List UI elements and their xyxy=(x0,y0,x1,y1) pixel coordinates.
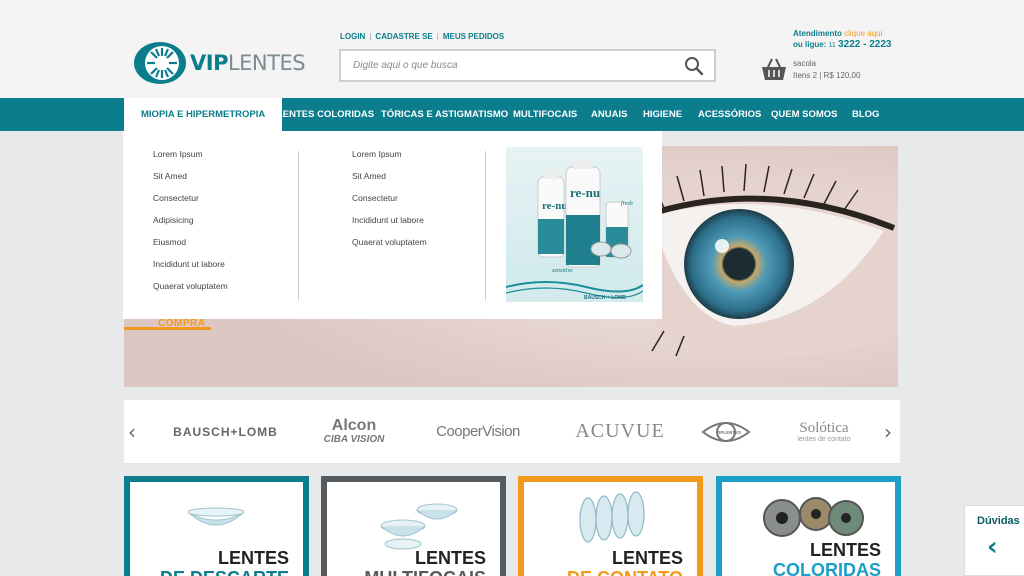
site-header: VIPLENTES LOGIN | CADASTRE SE | MEUS PED… xyxy=(0,0,1024,98)
logo-wordmark: VIPLENTES xyxy=(190,51,306,75)
divider xyxy=(298,151,299,301)
promo-maker: BAUSCH + LOMB xyxy=(584,295,626,301)
nav-item-acessorios[interactable]: ACESSÓRIOS xyxy=(698,98,761,131)
contact-info: Atendimento clique aqui ou ligue: 11 322… xyxy=(793,28,891,51)
main-nav: MIOPIA E HIPERMETROPIA LENTES COLORIDAS … xyxy=(0,98,1024,132)
help-widget[interactable]: Dúvidas ‹ xyxy=(964,505,1024,576)
search-icon[interactable] xyxy=(684,56,704,76)
brand-name: Alcon xyxy=(331,417,377,434)
dropdown-link[interactable]: Consectetur xyxy=(352,193,427,215)
nav-item-lentes-coloridas[interactable]: LENTES COLORIDAS xyxy=(277,98,374,131)
search-input[interactable]: Digite aqui o que busca xyxy=(353,60,684,71)
dropdown-link[interactable]: Quaerat voluptatem xyxy=(153,281,228,303)
dropdown-column-1: Lorem Ipsum Sit Amed Consectetur Adipisi… xyxy=(153,149,228,303)
brand-subname: CIBA VISION xyxy=(323,434,385,445)
carousel-next-button[interactable]: › xyxy=(884,422,892,442)
dropdown-link[interactable]: Sit Amed xyxy=(153,171,228,193)
site-logo[interactable]: VIPLENTES xyxy=(133,41,306,85)
cart-title: sacola xyxy=(793,59,817,68)
mega-menu-dropdown: Lorem Ipsum Sit Amed Consectetur Adipisi… xyxy=(123,131,662,319)
dropdown-promo-image[interactable]: re-nu re-nu fresh sensitive BAUSCH + LOM… xyxy=(506,147,643,302)
category-card-multifocais[interactable]: LENTES MULTIFOCAIS xyxy=(321,476,506,576)
nav-item-miopia[interactable]: MIOPIA E HIPERMETROPIA xyxy=(124,98,283,132)
category-card-coloridas[interactable]: LENTES COLORIDAS xyxy=(716,476,901,576)
support-link[interactable]: clique aqui xyxy=(844,29,882,38)
card-subtitle: DE DESCARTE xyxy=(160,568,289,576)
eye-logo-icon: VIPLENTES xyxy=(701,421,751,442)
signup-link[interactable]: CADASTRE SE xyxy=(375,32,432,41)
card-title: LENTES xyxy=(611,548,683,568)
card-subtitle: COLORIDAS xyxy=(773,560,881,576)
chevron-left-icon[interactable]: ‹ xyxy=(987,532,998,562)
contact-lens-image xyxy=(187,507,245,526)
support-label: Atendimento xyxy=(793,29,842,38)
dropdown-link[interactable]: Quaerat voluptatem xyxy=(352,237,427,259)
divider xyxy=(485,151,486,301)
nav-item-multifocais[interactable]: MULTIFOCAIS xyxy=(513,98,577,131)
nav-item-blog[interactable]: BLOG xyxy=(852,98,879,131)
cart[interactable]: sacola Itens 2 | R$ 120,00 xyxy=(761,56,860,82)
brand-logo-acuvue[interactable]: ACUVUE xyxy=(570,400,670,463)
brands-carousel: ‹ › BAUSCH+LOMB Alcon CIBA VISION Cooper… xyxy=(124,400,900,463)
brand-name: BAUSCH+LOMB xyxy=(173,424,278,439)
brand-name: VIPLENTES xyxy=(716,430,741,435)
login-link[interactable]: LOGIN xyxy=(340,32,365,41)
separator: | xyxy=(369,32,372,41)
help-label: Dúvidas xyxy=(977,515,1020,527)
brand-name: Solótica xyxy=(799,419,849,436)
nav-item-quem-somos[interactable]: QUEM SOMOS xyxy=(771,98,838,131)
promo-variant: sensitive xyxy=(552,268,573,274)
carousel-prev-button[interactable]: ‹ xyxy=(128,422,136,442)
call-label: ou ligue: xyxy=(793,40,827,49)
brand-logo-coopervision[interactable]: CooperVision xyxy=(422,400,534,463)
area-code: 11 xyxy=(828,42,836,49)
dropdown-link[interactable]: Eiusmod xyxy=(153,237,228,259)
brand-logo-alcon[interactable]: Alcon CIBA VISION xyxy=(304,400,404,463)
dropdown-link[interactable]: Sit Amed xyxy=(352,171,427,193)
dropdown-link[interactable]: Consectetur xyxy=(153,193,228,215)
brand-logo-viplentes[interactable]: VIPLENTES xyxy=(696,400,756,463)
dropdown-link[interactable]: Incididunt ut labore xyxy=(153,259,228,281)
dropdown-link[interactable]: Incididunt ut labore xyxy=(352,215,427,237)
nav-item-higiene[interactable]: HIGIENE xyxy=(643,98,682,131)
hero-cta-underline xyxy=(124,327,211,330)
promo-brand-label: re-nu xyxy=(570,185,600,200)
search-box[interactable]: Digite aqui o que busca xyxy=(339,49,716,82)
cart-summary: Itens 2 | R$ 120,00 xyxy=(793,71,861,80)
category-card-descarte[interactable]: LENTES DE DESCARTE xyxy=(124,476,309,576)
dropdown-link[interactable]: Lorem Ipsum xyxy=(352,149,427,171)
dropdown-link[interactable]: Lorem Ipsum xyxy=(153,149,228,171)
dropdown-column-2: Lorem Ipsum Sit Amed Consectetur Incidid… xyxy=(352,149,427,259)
brand-name: CooperVision xyxy=(436,423,520,440)
dropdown-link[interactable]: Adipisicing xyxy=(153,215,228,237)
card-subtitle: MULTIFOCAIS xyxy=(364,568,486,576)
category-card-contato[interactable]: LENTES DE CONTATO xyxy=(518,476,703,576)
solution-bottles-image: re-nu re-nu fresh sensitive BAUSCH + LOM… xyxy=(506,159,643,302)
contact-lenses-row-image xyxy=(579,491,645,543)
brand-logo-bausch[interactable]: BAUSCH+LOMB xyxy=(168,400,283,463)
my-orders-link[interactable]: MEUS PEDIDOS xyxy=(443,32,504,41)
promo-brand-label: re-nu xyxy=(542,200,567,212)
promo-tag: fresh xyxy=(621,200,633,207)
nav-item-toricas[interactable]: TÓRICAS E ASTIGMATISMO xyxy=(381,98,508,131)
separator: | xyxy=(436,32,439,41)
phone-number: 3222 - 2223 xyxy=(838,39,892,50)
card-title: LENTES xyxy=(809,540,881,560)
brand-subname: lentes de contato xyxy=(797,435,851,443)
card-subtitle: DE CONTATO xyxy=(567,568,683,576)
nav-item-anuais[interactable]: ANUAIS xyxy=(591,98,627,131)
logo-iris-icon xyxy=(134,42,186,84)
shopping-basket-icon[interactable] xyxy=(761,56,787,82)
card-title: LENTES xyxy=(414,548,486,568)
account-links: LOGIN | CADASTRE SE | MEUS PEDIDOS xyxy=(340,32,504,41)
card-title: LENTES xyxy=(217,548,289,568)
brand-name: ACUVUE xyxy=(575,420,665,442)
brand-logo-solotica[interactable]: Solótica lentes de contato xyxy=(784,400,864,463)
